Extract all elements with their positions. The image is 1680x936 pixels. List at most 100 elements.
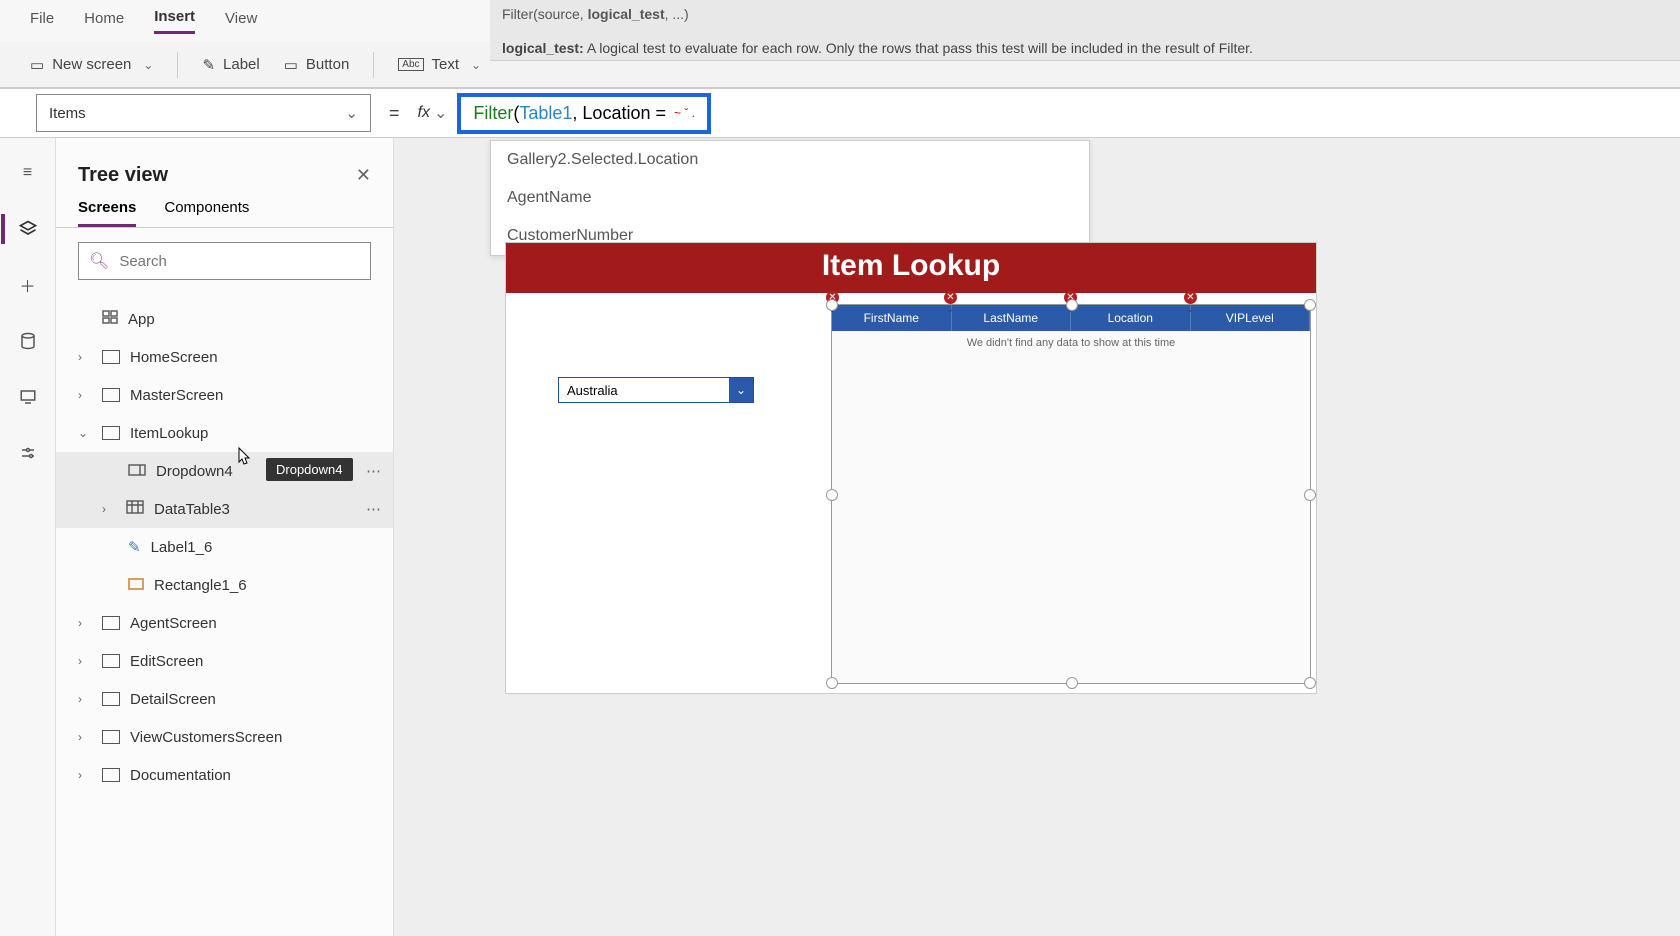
intellisense-item[interactable]: AgentName	[491, 179, 1089, 217]
app-icon	[102, 310, 118, 328]
column-remove-handle[interactable]: ✕⌄	[944, 291, 966, 309]
tree-label: MasterScreen	[130, 387, 223, 404]
page-title: Item Lookup	[506, 243, 1316, 293]
tree-node-documentation[interactable]: › Documentation	[56, 756, 393, 794]
property-selector[interactable]: Items ⌄	[36, 94, 371, 132]
menu-file[interactable]: File	[30, 10, 54, 33]
tree-label: EditScreen	[130, 653, 203, 670]
menu-insert[interactable]: Insert	[154, 8, 195, 34]
screen-icon	[102, 768, 120, 782]
more-icon[interactable]: ⋯	[366, 462, 383, 480]
dropdown-icon	[128, 463, 146, 480]
search-input[interactable]	[119, 253, 360, 270]
chevron-down-icon: ⌄	[78, 426, 92, 440]
selection-handle[interactable]	[826, 489, 838, 501]
chevron-right-icon: ›	[78, 692, 92, 706]
chevron-right-icon: ›	[78, 388, 92, 402]
plus-icon[interactable]: ＋	[17, 274, 39, 296]
tree-node-editscreen[interactable]: › EditScreen	[56, 642, 393, 680]
intellisense-item[interactable]: Gallery2.Selected.Location	[491, 141, 1089, 179]
property-value: Items	[49, 105, 86, 122]
column-header[interactable]: LastName	[952, 305, 1072, 331]
tree-label: Dropdown4	[156, 463, 233, 480]
hamburger-icon[interactable]: ≡	[17, 162, 39, 184]
label-icon: ✎	[202, 56, 215, 74]
intellisense-dropdown: Gallery2.Selected.Location AgentName Cus…	[490, 140, 1090, 256]
formula-signature: Filter(source, logical_test, ...)	[502, 6, 1668, 22]
tree-node-detailscreen[interactable]: › DetailScreen	[56, 680, 393, 718]
column-remove-handle[interactable]: ✕⌄	[1184, 291, 1206, 309]
selection-handle[interactable]	[1066, 299, 1078, 311]
chevron-down-icon: ⌄	[345, 104, 358, 122]
tree-label: HomeScreen	[130, 349, 218, 366]
tree-node-viewcustomersscreen[interactable]: › ViewCustomersScreen	[56, 718, 393, 756]
new-screen-button[interactable]: ▭ New screen	[30, 56, 153, 74]
search-box[interactable]: 🔍︎	[78, 242, 371, 280]
chevron-right-icon: ›	[78, 768, 92, 782]
column-header[interactable]: Location	[1071, 305, 1191, 331]
tree-label: Rectangle1_6	[154, 577, 247, 594]
fx-icon: fx	[418, 104, 430, 122]
menu-view[interactable]: View	[225, 10, 257, 33]
label-button[interactable]: ✎ Label	[202, 56, 259, 74]
screen-icon	[102, 692, 120, 706]
selection-handle[interactable]	[1066, 677, 1078, 689]
screen-icon	[102, 730, 120, 744]
selection-handle[interactable]	[1304, 489, 1316, 501]
column-header[interactable]: VIPLevel	[1191, 305, 1311, 331]
chevron-down-icon[interactable]: ⌄	[434, 103, 447, 123]
screen-icon	[102, 350, 120, 364]
text-button[interactable]: Abc Text	[398, 56, 481, 73]
tooltip: Dropdown4	[266, 458, 353, 481]
tree-node-itemlookup[interactable]: ⌄ ItemLookup	[56, 414, 393, 452]
monitor-icon[interactable]	[17, 386, 39, 408]
chevron-right-icon: ›	[78, 350, 92, 364]
separator	[177, 52, 178, 78]
sliders-icon[interactable]	[17, 442, 39, 464]
formula-code: Filter(Table1, Location =	[473, 103, 666, 124]
screen-icon	[102, 426, 120, 440]
formula-input[interactable]: Filter(Table1, Location = ~ ˇ .	[457, 93, 711, 134]
empty-message: We didn't find any data to show at this …	[832, 331, 1310, 355]
rectangle-icon	[128, 577, 144, 594]
menu-home[interactable]: Home	[84, 10, 124, 33]
tree-node-homescreen[interactable]: › HomeScreen	[56, 338, 393, 376]
tree-node-label1-6[interactable]: ✎ Label1_6	[56, 528, 393, 566]
dropdown-control[interactable]: Australia ⌄	[558, 377, 754, 403]
column-header[interactable]: FirstName	[832, 305, 952, 331]
new-screen-label: New screen	[52, 56, 131, 73]
tree-node-rectangle1-6[interactable]: Rectangle1_6	[56, 566, 393, 604]
formula-function: Filter	[473, 103, 513, 123]
button-button[interactable]: ▭ Button	[284, 56, 350, 74]
button-text: Button	[306, 56, 349, 73]
datatable-control[interactable]: ✕⌄ ✕⌄ ✕⌄ ✕⌄ FirstName LastName Location …	[831, 304, 1311, 684]
search-icon: 🔍︎	[89, 251, 109, 271]
sig-prefix: Filter(source,	[502, 6, 588, 22]
tree-node-agentscreen[interactable]: › AgentScreen	[56, 604, 393, 642]
tree-label: DetailScreen	[130, 691, 216, 708]
chevron-right-icon: ›	[78, 654, 92, 668]
tree-node-datatable3[interactable]: › DataTable3 ⋯	[56, 490, 393, 528]
selection-handle[interactable]	[826, 299, 838, 311]
formula-help: Filter(source, logical_test, ...) logica…	[490, 0, 1680, 61]
tree-node-masterscreen[interactable]: › MasterScreen	[56, 376, 393, 414]
formula-tail: , Location =	[572, 103, 666, 123]
selection-handle[interactable]	[1304, 299, 1316, 311]
text-label: Text	[432, 56, 460, 73]
chevron-down-icon[interactable]: ⌄	[729, 378, 753, 402]
database-icon[interactable]	[17, 330, 39, 352]
close-icon[interactable]: ✕	[356, 165, 371, 186]
formula-row: Items ⌄ = fx ⌄ Filter(Table1, Location =…	[0, 88, 1680, 138]
tab-screens[interactable]: Screens	[78, 199, 136, 227]
dropdown-value: Australia	[559, 383, 729, 398]
cursor-icon	[236, 446, 252, 471]
layers-icon[interactable]	[17, 218, 39, 240]
label-text: Label	[223, 56, 260, 73]
tree-view-title: Tree view	[78, 164, 168, 187]
tab-components[interactable]: Components	[164, 199, 249, 227]
selection-handle[interactable]	[826, 677, 838, 689]
selection-handle[interactable]	[1304, 677, 1316, 689]
more-icon[interactable]: ⋯	[366, 500, 383, 518]
tree-list: App › HomeScreen › MasterScreen ⌄ ItemLo…	[56, 294, 393, 800]
tree-node-app[interactable]: App	[56, 300, 393, 338]
